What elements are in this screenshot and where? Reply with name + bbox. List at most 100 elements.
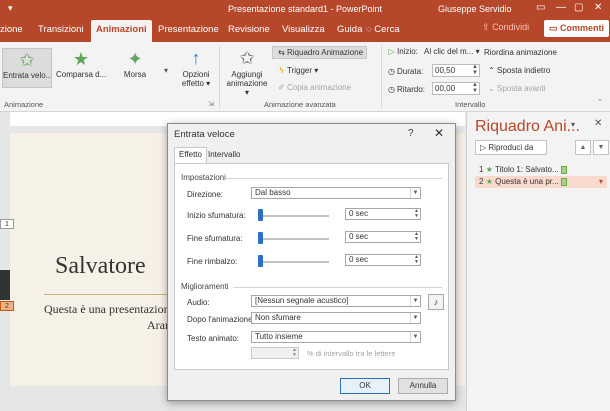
spinner-icon[interactable]: ▲ ▼: [292, 348, 297, 358]
spinner-icon[interactable]: ▲ ▼: [414, 209, 419, 219]
pane-animation-item[interactable]: 2 ★ Questa è una pr... ▾: [475, 176, 607, 188]
ribbon: ✩ Entrata velo... ★ Comparsa d... ✦ Mors…: [0, 42, 610, 112]
share-icon: ⇪: [482, 22, 490, 32]
tab-visualizza[interactable]: Visualizza: [282, 24, 325, 35]
chevron-down-icon: ▼: [410, 296, 420, 306]
title-bar: ▾ Presentazione standard1 - PowerPoint G…: [0, 0, 610, 18]
item-dropdown-icon[interactable]: ▾: [599, 177, 603, 186]
add-animation-button[interactable]: ✩ Aggiungi animazione ▾: [226, 46, 268, 97]
start-label: ▷ Inizio:: [386, 47, 417, 56]
chevron-down-icon: ▼: [597, 144, 605, 151]
window-title: Presentazione standard1 - PowerPoint: [227, 4, 383, 14]
animation-fly-in[interactable]: ✩ Entrata velo...: [2, 48, 52, 88]
duration-input[interactable]: 00,50 ▲ ▼: [432, 64, 480, 77]
star-plus-icon: ✩: [239, 48, 255, 68]
pane-title: Riquadro Ani...: [475, 118, 580, 135]
fly-in-dialog: Entrata veloce ? ✕ Effetto Intervallo Im…: [167, 123, 456, 401]
play-icon: ▷: [388, 47, 395, 56]
star-icon: ✩: [19, 50, 35, 70]
smooth-start-slider[interactable]: [258, 209, 263, 221]
chevron-down-icon: ▼: [410, 188, 420, 198]
tab-presentazione[interactable]: Presentazione: [158, 24, 219, 35]
close-pane-icon[interactable]: ✕: [594, 118, 602, 129]
animation-split[interactable]: ✦ Morsa: [110, 48, 160, 88]
animation-appear[interactable]: ★ Comparsa d...: [56, 48, 106, 88]
collapse-ribbon-icon[interactable]: ⌃: [597, 98, 603, 106]
move-earlier-button[interactable]: ⌃ Sposta indietro: [486, 66, 550, 75]
bounce-end-input[interactable]: 0 sec ▲ ▼: [345, 254, 421, 266]
ok-button[interactable]: OK: [340, 378, 390, 394]
animate-text-select[interactable]: Tutto insieme ▼: [251, 331, 421, 343]
close-dialog-button[interactable]: ✕: [434, 126, 444, 140]
minimize-icon[interactable]: —: [556, 2, 566, 13]
smooth-end-label: Fine sfumatura:: [187, 234, 243, 243]
effect-options-button[interactable]: ↑ Opzioni effetto ▾: [176, 46, 216, 88]
share-button[interactable]: ⇪ Condividi: [482, 22, 529, 33]
animation-pane-button[interactable]: ⇆ Riquadro Animazione: [272, 46, 368, 59]
dialog-launcher-icon[interactable]: ⇲: [208, 100, 214, 108]
tab-progettazione[interactable]: zione: [0, 24, 23, 35]
maximize-icon[interactable]: ▢: [574, 2, 583, 13]
dialog-body: Impostazioni Direzione: Dal basso ▼ Iniz…: [174, 163, 449, 370]
letter-delay-input[interactable]: ▲ ▼: [251, 347, 299, 359]
bounce-end-label: Fine rimbalzo:: [187, 257, 238, 266]
separator: [219, 46, 220, 108]
trigger-button[interactable]: ϟ Trigger ▾: [276, 66, 318, 75]
tab-intervallo[interactable]: Intervallo: [204, 148, 244, 162]
comment-icon: ▭: [549, 23, 558, 33]
user-name[interactable]: Giuseppe Servidio: [438, 4, 512, 14]
slide-title[interactable]: Salvatore: [55, 253, 146, 280]
tab-guida[interactable]: Guida: [337, 24, 362, 35]
start-dropdown[interactable]: Al clic del m... ▾: [424, 47, 480, 56]
arrow-up-icon: ↑: [191, 48, 201, 68]
tab-revisione[interactable]: Revisione: [228, 24, 270, 35]
move-later-button[interactable]: ⌄ Sposta avanti: [486, 84, 545, 93]
spinner-icon[interactable]: ▲ ▼: [414, 232, 419, 242]
sound-volume-button[interactable]: ♪: [428, 294, 444, 310]
slide-subtitle[interactable]: Questa è una presentazion: [44, 302, 170, 317]
pane-animation-item[interactable]: 1 ★ Titolo 1: Salvato...: [475, 164, 607, 176]
direction-select[interactable]: Dal basso ▼: [251, 187, 421, 199]
clock-icon: ◷: [388, 67, 395, 76]
play-from-button[interactable]: ▷ Riproduci da: [475, 140, 547, 155]
chevron-down-icon: ⌄: [488, 84, 495, 93]
comments-button[interactable]: ▭ Commenti: [544, 20, 610, 37]
pane-options-icon[interactable]: ▾: [571, 120, 575, 129]
gallery-more-icon[interactable]: ▾: [164, 66, 168, 75]
delay-input[interactable]: 00,00 ▲ ▼: [432, 82, 480, 95]
play-icon: ▷: [480, 143, 487, 152]
smooth-start-track: [263, 215, 329, 217]
ribbon-display-icon[interactable]: ▭: [536, 2, 545, 13]
pane-icon: ⇆: [278, 48, 285, 57]
spinner-icon[interactable]: ▲ ▼: [414, 255, 419, 265]
smooth-end-slider[interactable]: [258, 232, 263, 244]
separator: [225, 178, 442, 179]
bounce-end-slider[interactable]: [258, 255, 263, 267]
smooth-start-label: Inizio sfumatura:: [187, 211, 246, 220]
slide-edge-decoration: [0, 270, 10, 300]
help-button[interactable]: ?: [408, 128, 414, 139]
smooth-start-input[interactable]: 0 sec ▲ ▼: [345, 208, 421, 220]
cancel-button[interactable]: Annulla: [398, 378, 448, 394]
smooth-end-track: [263, 238, 329, 240]
tab-effetto[interactable]: Effetto: [174, 147, 207, 163]
tab-transizioni[interactable]: Transizioni: [38, 24, 84, 35]
brush-icon: ✐: [278, 83, 285, 92]
after-animation-select[interactable]: Non sfumare ▼: [251, 312, 421, 324]
spinner-icon[interactable]: ▲ ▼: [472, 82, 478, 94]
move-down-button[interactable]: ▼: [593, 140, 609, 155]
move-up-button[interactable]: ▲: [575, 140, 591, 155]
spinner-icon[interactable]: ▲ ▼: [472, 64, 478, 76]
sound-select[interactable]: [Nessun segnale acustico] ▼: [251, 295, 421, 307]
separator: [381, 46, 382, 108]
search-box[interactable]: ◌ Cerca: [366, 24, 400, 35]
letter-delay-note: % di intervallo tra le lettere: [307, 349, 396, 358]
animation-tag-2[interactable]: 2: [0, 301, 14, 311]
smooth-end-input[interactable]: 0 sec ▲ ▼: [345, 231, 421, 243]
copy-animation-button[interactable]: ✐ Copia animazione: [276, 83, 351, 92]
separator: [233, 287, 442, 288]
tab-animazioni[interactable]: Animazioni: [91, 20, 152, 42]
lightbulb-icon: ◌: [366, 24, 372, 35]
close-window-icon[interactable]: ✕: [594, 2, 602, 13]
animation-tag-1[interactable]: 1: [0, 219, 14, 229]
